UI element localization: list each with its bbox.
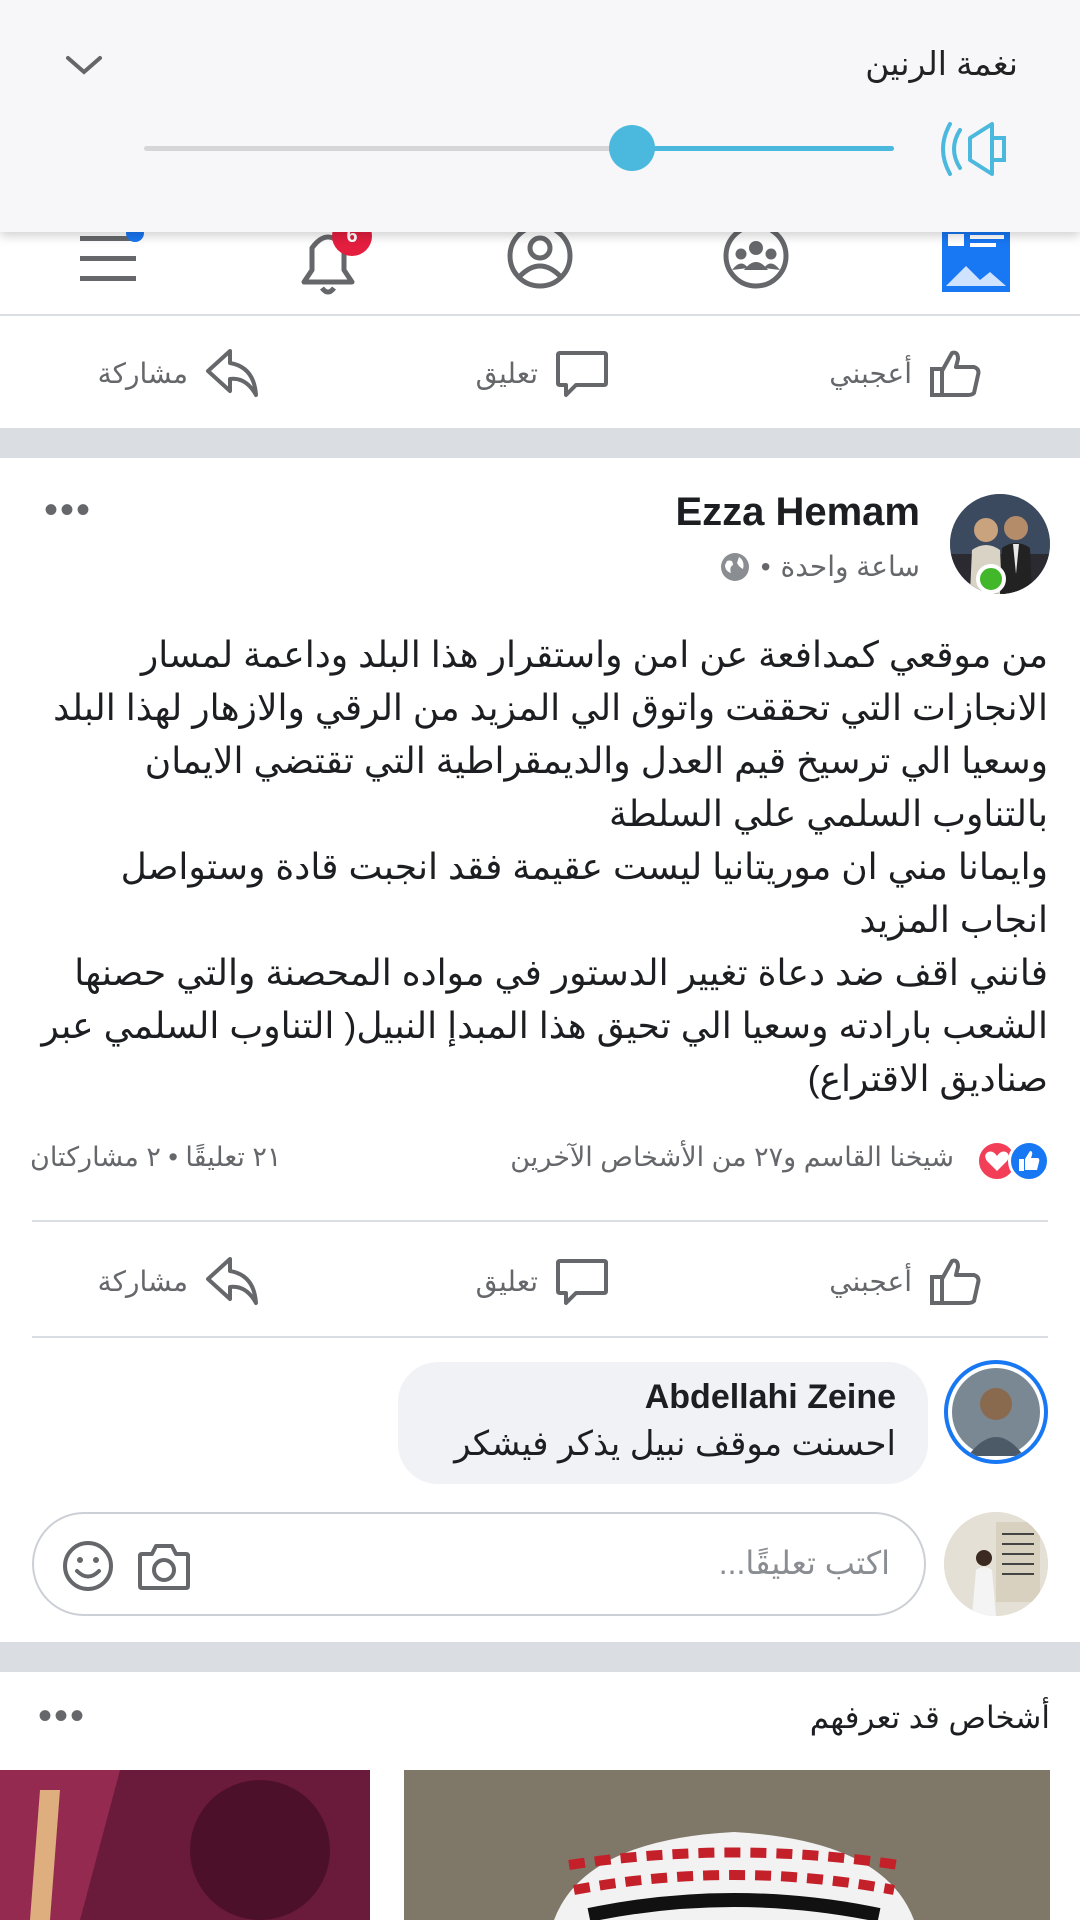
comment-icon [556, 1259, 608, 1305]
suggested-person-card[interactable] [404, 1770, 1050, 1920]
volume-panel-title: نغمة الرنين [865, 45, 1018, 82]
like-label: أعجبني [829, 357, 912, 389]
camera-icon[interactable] [136, 1538, 192, 1594]
facebook-feed-screen: 6 نغمة الرنين أعجبني تعليق مشاركة Ezza H… [0, 0, 1080, 1920]
post-reactions-summary: شيخنا القاسم و٢٧ من الأشخاص الآخرين ٢١ ت… [30, 1138, 1050, 1186]
like-button[interactable]: أعجبني [829, 316, 984, 430]
chevron-down-icon[interactable] [62, 50, 106, 80]
post-options-button[interactable]: ••• [44, 490, 92, 530]
meta-separator: • [760, 550, 771, 582]
emoji-icon[interactable] [60, 1538, 116, 1594]
speaker-icon[interactable] [940, 118, 1010, 180]
comment-bubble[interactable]: Abdellahi Zeine احسنت موقف نبيل يذكر فيش… [398, 1362, 928, 1484]
post-comment-button[interactable]: تعليق [476, 1224, 610, 1338]
comment-button[interactable]: تعليق [476, 316, 610, 430]
ringtone-volume-panel: نغمة الرنين [0, 0, 1080, 232]
comments-divider [32, 1336, 1048, 1338]
comment-icon [556, 351, 608, 397]
post-divider [32, 1220, 1048, 1222]
feed-separator-2 [0, 1642, 1080, 1672]
share-label: مشاركة [97, 357, 188, 389]
news-feed-icon[interactable] [934, 226, 1030, 306]
comment-label: تعليق [475, 357, 538, 389]
post-meta: ساعة واحدة • [719, 550, 920, 583]
share-button[interactable]: مشاركة [98, 316, 260, 430]
volume-slider-fill [631, 146, 894, 151]
thumbs-up-icon [930, 350, 981, 397]
post-author-name[interactable]: Ezza Hemam [675, 490, 920, 535]
globe-icon [720, 552, 749, 581]
comments-shares-count[interactable]: ٢١ تعليقًا • ٢ مشاركتان [30, 1142, 281, 1173]
pymk-options-button[interactable]: ••• [38, 1696, 86, 1736]
people-you-may-know-title: أشخاص قد تعرفهم [809, 1700, 1050, 1735]
suggested-person-card[interactable] [0, 1770, 370, 1920]
groups-icon[interactable] [708, 223, 804, 306]
post-time[interactable]: ساعة واحدة [781, 550, 920, 583]
menu-icon[interactable] [62, 224, 158, 306]
post-body-text: من موقعي كمدافعة عن امن واستقرار هذا الب… [41, 634, 1048, 1099]
comment-author-name[interactable]: Abdellahi Zeine [645, 1378, 896, 1417]
thumbs-up-icon [930, 1258, 981, 1305]
comment-input-placeholder: اكتب تعليقًا... [718, 1545, 890, 1581]
notifications-icon[interactable]: 6 [280, 216, 376, 306]
commenter-avatar[interactable] [944, 1360, 1048, 1464]
post-like-label: أعجبني [829, 1265, 912, 1297]
comment-input[interactable]: اكتب تعليقًا... [32, 1512, 926, 1616]
post-comment-label: تعليق [475, 1265, 538, 1297]
reaction-icons[interactable] [964, 1138, 1050, 1184]
profile-icon[interactable] [492, 223, 588, 306]
share-icon [206, 1257, 258, 1305]
volume-slider-thumb[interactable] [608, 125, 655, 171]
online-status-dot [976, 564, 1006, 594]
feed-separator [0, 428, 1080, 458]
post-like-button[interactable]: أعجبني [829, 1224, 984, 1338]
post-share-button[interactable]: مشاركة [98, 1224, 260, 1338]
post-actions: أعجبني تعليق مشاركة [0, 1224, 1080, 1338]
comment-text: احسنت موقف نبيل يذكر فيشكر [454, 1425, 896, 1463]
post-share-label: مشاركة [97, 1265, 188, 1297]
volume-slider[interactable] [144, 125, 894, 171]
my-avatar [944, 1512, 1048, 1616]
share-icon [206, 349, 258, 397]
reactors-text[interactable]: شيخنا القاسم و٢٧ من الأشخاص الآخرين [510, 1142, 954, 1173]
previous-post-actions: أعجبني تعليق مشاركة [0, 316, 1080, 430]
like-reaction-icon [1008, 1140, 1050, 1182]
